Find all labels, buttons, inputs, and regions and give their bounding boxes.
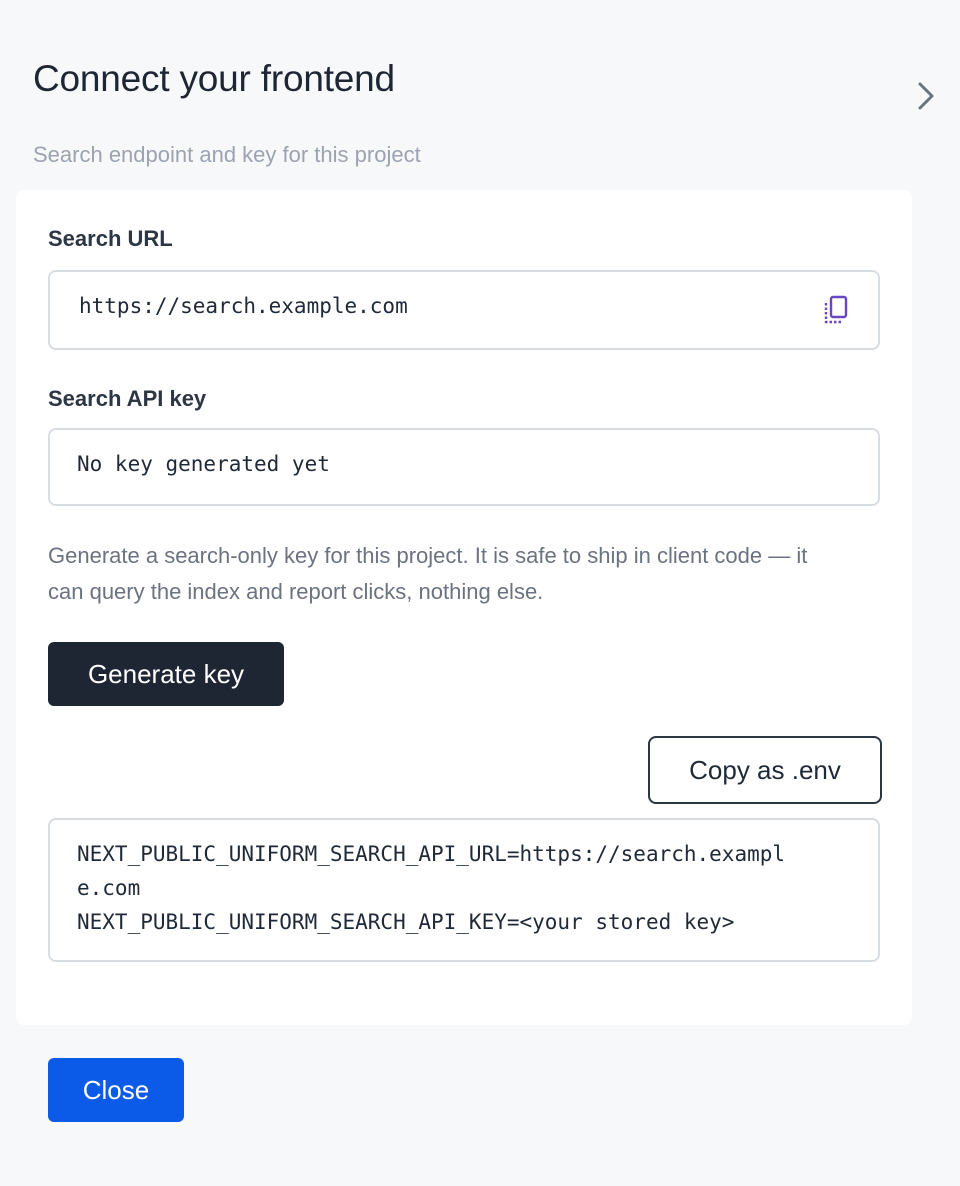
api-key-help-text: Generate a search-only key for this proj… bbox=[48, 543, 808, 604]
env-line: e.com bbox=[77, 876, 141, 900]
api-key-value: No key generated yet bbox=[77, 452, 330, 476]
dialog-title: Connect your frontend bbox=[33, 58, 395, 99]
env-snippet[interactable]: NEXT_PUBLIC_UNIFORM_SEARCH_API_URL=https… bbox=[48, 818, 880, 962]
copy-as-env-button[interactable]: Copy as .env bbox=[648, 736, 882, 804]
chevron-right-icon[interactable] bbox=[912, 80, 940, 112]
search-url-field[interactable]: https://search.example.com bbox=[48, 270, 880, 350]
copy-icon[interactable] bbox=[822, 294, 850, 326]
api-key-field[interactable]: No key generated yet bbox=[48, 428, 880, 506]
search-url-label: Search URL bbox=[48, 226, 173, 251]
env-line: NEXT_PUBLIC_UNIFORM_SEARCH_API_KEY=<your… bbox=[77, 910, 735, 934]
generate-key-button[interactable]: Generate key bbox=[48, 642, 284, 706]
env-line: NEXT_PUBLIC_UNIFORM_SEARCH_API_URL=https… bbox=[77, 842, 786, 866]
api-key-label: Search API key bbox=[48, 386, 207, 411]
close-button[interactable]: Close bbox=[48, 1058, 184, 1122]
dialog-subtitle: Search endpoint and key for this project bbox=[33, 142, 421, 167]
search-url-value[interactable]: https://search.example.com bbox=[79, 294, 408, 318]
